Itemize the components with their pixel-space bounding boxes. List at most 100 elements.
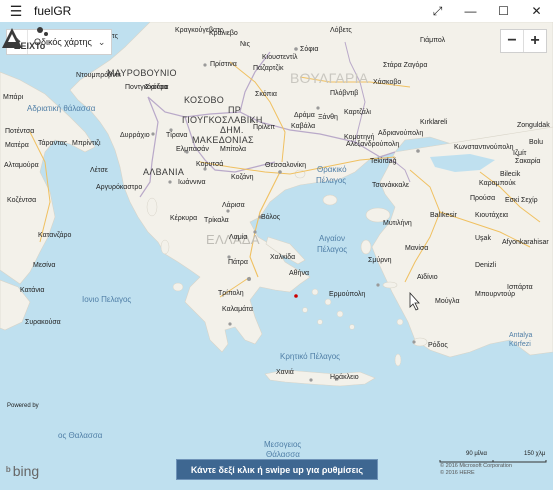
city-label: Κραγκούγεβατς (175, 27, 224, 34)
city-label: Σκόδρα (145, 84, 169, 91)
city-label: Ρόδος (428, 342, 448, 349)
city-label: Σκόπια (255, 91, 277, 98)
scale-label-km: 150 χλμ (524, 451, 546, 457)
country-label-bulgaria: ΒΟΥΛΓΑΡΙΑ (290, 70, 369, 86)
city-label: Κατανζάρο (38, 232, 72, 239)
city-label: Balıkesir (430, 212, 457, 219)
city-label: Uşak (475, 235, 491, 242)
city-label: Εσκί Σεχίρ (505, 197, 538, 204)
city-label: Ματέρα (5, 142, 29, 149)
city-label: Μπρίντιζι (72, 140, 101, 147)
copyright-microsoft: © 2016 Microsoft Corporation (440, 463, 512, 469)
city-label: Κοζάνη (231, 174, 254, 181)
window-controls: ⤢ — ☐ ✕ (421, 0, 553, 22)
country-label-albania: ΑΛΒΑΝΙΑ (143, 167, 185, 177)
city-label: Δυρράχιο (120, 132, 150, 139)
city-label: Ηράκλειο (330, 374, 359, 381)
city-label: Ντουμπρόβνικ (76, 72, 121, 79)
title-bar: ☰ fuelGR ⤢ — ☐ ✕ (0, 0, 553, 23)
city-label: Λέτσε (90, 167, 108, 174)
city-label: Λαμία (229, 234, 248, 241)
city-label: Tekirdağ (370, 158, 397, 165)
city-label: Χαλκίδα (270, 254, 296, 261)
city-label: Ξάνθη (318, 114, 338, 121)
bing-b-icon: ᵇ (6, 464, 11, 478)
city-label: Πρίστινα (210, 61, 237, 68)
bing-text: bing (12, 463, 40, 479)
city-label: Αϊδίνιο (417, 274, 438, 281)
city-label: Λάρισα (222, 202, 245, 209)
scale-label-miles: 90 μίλια (466, 451, 487, 457)
city-label: Σόφια (300, 46, 319, 53)
city-label: Κορυτσά (196, 161, 224, 168)
city-label: Αργυρόκαστρο (96, 184, 143, 191)
city-label: Μπάρι (3, 94, 24, 101)
city-label: Bilecik (500, 171, 521, 178)
zoom-controls: − + (500, 29, 547, 53)
zoom-out-button[interactable]: − (501, 30, 523, 52)
city-label: Πρίλεπ (253, 124, 276, 131)
sea-label-cretan: Κρητικό Πέλαγος (280, 352, 340, 361)
country-label-fyrom-3: ΔΗΜ. (220, 125, 244, 135)
city-label: Μπίτολα (220, 146, 247, 153)
deixto-logo: ΔΕΙΧΤο (2, 27, 48, 51)
city-label: Μανίσα (405, 245, 429, 252)
country-label-fyrom-4: ΜΑΚΕΔΟΝΙΑΣ (192, 135, 254, 145)
city-label: Αλταμούρα (4, 162, 39, 169)
city-label: Γιάμπολ (420, 37, 446, 44)
city-label: Νις (240, 41, 250, 48)
city-label: Μεσίνα (33, 262, 56, 269)
map-canvas[interactable]: ΜΑΥΡΟΒΟΥΝΙΟ ΚΟΣΟΒΟ ΠΡ ΓΙΟΥΓΚΟΣΛΑΒΙΚΗ ΔΗΜ… (0, 22, 553, 490)
bing-logo: ᵇ bing (6, 463, 39, 479)
city-label: Zonguldak (517, 122, 550, 129)
city-label: Χανιά (276, 369, 294, 376)
city-label: Ελμπασάν (176, 146, 209, 153)
city-label: Μυτιλήνη (383, 220, 412, 227)
sea-label-thracian-1: Θρακικό (317, 165, 347, 174)
city-label: Κιουτάχεια (475, 212, 509, 219)
city-label: Αλεξανδρούπολη (346, 141, 400, 148)
powered-by-label: Powered by (7, 403, 39, 409)
city-label: Ερμούπολη (329, 291, 366, 298)
city-label: Λόβετς (330, 27, 352, 34)
city-label: Αθήνα (289, 270, 310, 277)
chevron-down-icon: ⌄ (97, 36, 106, 47)
maximize-icon[interactable]: ☐ (487, 0, 520, 22)
city-label: Σακαρία (515, 158, 541, 165)
city-label: Τρίκαλα (204, 217, 229, 224)
city-label: Παζαρτζίκ (253, 65, 284, 72)
country-label-kosovo: ΚΟΣΟΒΟ (184, 95, 225, 105)
city-label: Ισπάρτα (507, 284, 533, 291)
app-title: fuelGR (34, 4, 72, 18)
settings-hint-banner[interactable]: Κάντε δεξί κλικ ή swipe up για ρυθμίσεις (176, 459, 378, 480)
city-label: Κομοτηνή (344, 134, 375, 141)
sea-label-aegean-1: Αιγαίον (319, 234, 345, 243)
city-label: Πάτρα (228, 259, 248, 266)
city-label: Προύσα (470, 195, 496, 202)
city-label: Στάρα Ζαγόρα (383, 62, 428, 69)
hamburger-icon[interactable]: ☰ (0, 0, 32, 22)
city-label: Bolu (529, 139, 544, 146)
minimize-icon[interactable]: — (454, 0, 487, 22)
city-label: Ποτέντσα (5, 128, 35, 135)
copyright-notice: © 2016 Microsoft Corporation © 2016 HERE (440, 463, 512, 477)
sea-label-med-2: Θάλασσα (266, 450, 300, 459)
city-label: Ιζμίτ (513, 150, 527, 157)
city-label: Κέρκυρα (170, 215, 198, 222)
resize-icon[interactable]: ⤢ (421, 0, 454, 22)
copyright-here: © 2016 HERE (440, 470, 475, 476)
city-label: Σμύρνη (368, 257, 392, 264)
city-label: Κωνσταντινούπολη (454, 144, 514, 151)
city-label: Καλαμάτα (222, 306, 253, 313)
city-label: Βόλος (261, 214, 281, 221)
city-label: Τίρανα (166, 132, 188, 139)
sea-label-antalya: Antalya Körfezi (509, 332, 533, 348)
city-label: Καβάλα (291, 123, 316, 130)
country-label-fyrom-2: ΓΙΟΥΓΚΟΣΛΑΒΙΚΗ (182, 115, 263, 125)
city-label: Τσανάκκαλε (372, 182, 410, 189)
close-icon[interactable]: ✕ (520, 0, 553, 22)
zoom-in-button[interactable]: + (524, 30, 546, 52)
city-label: Μούγλα (435, 298, 460, 305)
city-label: Μπουρντούρ (475, 291, 516, 298)
city-label: Κοζέντσα (7, 197, 37, 204)
